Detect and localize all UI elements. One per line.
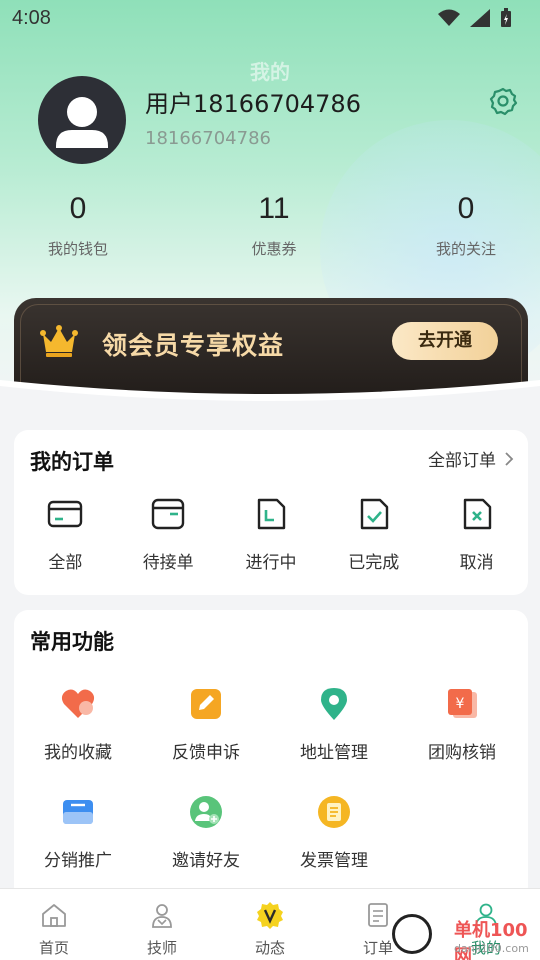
- watermark: 单机100网 danji100.com: [392, 912, 540, 960]
- status-bar: 4:08: [0, 0, 540, 36]
- func-invoice[interactable]: 发票管理: [270, 794, 398, 871]
- battery-icon: [501, 8, 511, 27]
- func-group-buy[interactable]: ¥ 团购核销: [398, 686, 526, 763]
- all-orders-link[interactable]: 全部订单: [428, 446, 514, 471]
- order-pending[interactable]: 待接单: [117, 496, 220, 573]
- signal-icon: [470, 9, 490, 27]
- func-label: 邀请好友: [172, 851, 240, 871]
- func-address[interactable]: 地址管理: [270, 686, 398, 763]
- order-completed[interactable]: 已完成: [322, 496, 425, 573]
- functions-title: 常用功能: [30, 630, 114, 654]
- order-in-progress[interactable]: 进行中: [220, 496, 323, 573]
- nav-label: 首页: [38, 939, 69, 957]
- heart-icon: [61, 689, 95, 718]
- watermark-sub: danji100.com: [454, 942, 529, 955]
- order-icon: [368, 903, 388, 927]
- user-phone: 18166704786: [145, 128, 271, 149]
- func-label: 反馈申诉: [172, 743, 240, 763]
- order-label: 取消: [459, 553, 494, 573]
- order-label: 已完成: [348, 553, 400, 573]
- doc-progress-icon: [257, 498, 286, 530]
- crown-icon: [40, 325, 78, 357]
- svg-text:¥: ¥: [456, 696, 465, 712]
- gear-icon: [489, 87, 518, 116]
- nav-feed[interactable]: 动态: [216, 889, 324, 960]
- nav-home[interactable]: 首页: [0, 889, 108, 960]
- vip-text: 领会员专享权益: [102, 331, 285, 360]
- edit-icon: [191, 689, 221, 719]
- box-icon: [151, 498, 185, 530]
- func-distribution[interactable]: 分销推广: [14, 794, 142, 871]
- chevron-right-icon: [505, 451, 514, 466]
- invoice-icon: [318, 796, 350, 828]
- settings-button[interactable]: [488, 86, 518, 116]
- home-icon: [42, 904, 66, 927]
- all-orders-label: 全部订单: [428, 451, 496, 471]
- vip-open-button[interactable]: 去开通: [392, 322, 498, 360]
- location-icon: [321, 688, 347, 720]
- stats-row: 0 我的钱包 11 优惠券 0 我的关注: [0, 192, 540, 259]
- nav-label: 动态: [254, 939, 285, 957]
- order-label: 进行中: [245, 553, 297, 573]
- stat-value: 0: [69, 192, 87, 225]
- stat-wallet[interactable]: 0 我的钱包: [0, 192, 156, 259]
- yuan-coupon-icon: ¥: [448, 689, 477, 718]
- stat-label: 我的钱包: [47, 240, 108, 258]
- status-icons: [438, 8, 512, 28]
- user-silhouette-icon: [56, 97, 108, 148]
- order-label: 全部: [48, 553, 83, 573]
- add-user-icon: [190, 796, 222, 828]
- mail-icon: [63, 800, 93, 824]
- status-time: 4:08: [12, 6, 51, 29]
- stat-value: 0: [457, 192, 475, 225]
- func-label: 发票管理: [300, 851, 368, 871]
- nav-label: 技师: [146, 939, 177, 957]
- orders-title: 我的订单: [30, 450, 114, 474]
- banner-curve: [0, 380, 540, 418]
- functions-card: 常用功能 我的收藏 反馈申诉 地址管理 ¥ 团购核销 分销推广 邀请好友 发票管…: [14, 610, 528, 900]
- nav-technician[interactable]: 技师: [108, 889, 216, 960]
- card-icon: [48, 500, 83, 528]
- func-label: 团购核销: [428, 743, 496, 763]
- orders-card: 我的订单 全部订单 全部 待接单 进行中 已完成 取消: [14, 430, 528, 595]
- func-favorites[interactable]: 我的收藏: [14, 686, 142, 763]
- stat-label: 优惠券: [251, 240, 297, 258]
- doc-check-icon: [360, 498, 388, 530]
- stat-label: 我的关注: [435, 240, 496, 258]
- func-label: 我的收藏: [44, 743, 112, 763]
- avatar[interactable]: [38, 76, 126, 164]
- func-invite[interactable]: 邀请好友: [142, 794, 270, 871]
- order-label: 待接单: [142, 553, 194, 573]
- wifi-icon: [438, 9, 460, 26]
- username: 用户18166704786: [145, 90, 361, 118]
- func-label: 地址管理: [300, 743, 368, 763]
- stat-following[interactable]: 0 我的关注: [392, 192, 540, 259]
- technician-icon: [152, 904, 172, 928]
- order-status-row: 全部 待接单 进行中 已完成 取消: [14, 496, 528, 573]
- v-badge-icon: [257, 902, 283, 929]
- stat-coupons[interactable]: 11 优惠券: [156, 192, 392, 259]
- func-label: 分销推广: [44, 851, 112, 871]
- watermark-logo-icon: [392, 914, 432, 954]
- order-all[interactable]: 全部: [14, 496, 117, 573]
- doc-cancel-icon: [463, 498, 491, 530]
- order-cancelled[interactable]: 取消: [425, 496, 528, 573]
- func-feedback[interactable]: 反馈申诉: [142, 686, 270, 763]
- stat-value: 11: [258, 192, 290, 225]
